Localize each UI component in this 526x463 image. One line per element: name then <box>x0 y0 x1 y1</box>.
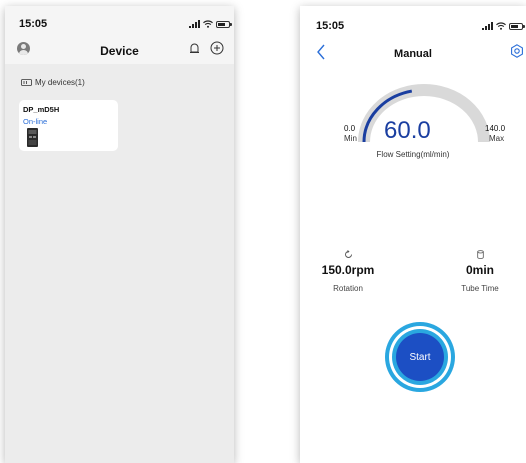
rotation-stat: 150.0rpm Rotation <box>320 250 376 293</box>
page-title: Manual <box>394 48 432 60</box>
device-name: DP_mD5H <box>23 105 60 114</box>
tube-icon <box>476 250 484 259</box>
battery-icon <box>509 22 525 30</box>
tube-time-value: 0min <box>465 263 494 277</box>
gauge-min-value: 0.0 <box>344 124 356 133</box>
my-devices-section: My devices(1) <box>21 78 85 87</box>
device-header: 15:05 Device <box>5 6 234 64</box>
canvas: 15:05 Device My devices(1) DP_mD5H On-li… <box>0 0 526 463</box>
settings-icon[interactable] <box>510 44 524 58</box>
gauge-max-label: Max <box>489 134 505 143</box>
notification-icon[interactable] <box>187 41 201 55</box>
signal-icon <box>189 20 200 28</box>
status-icons <box>189 20 232 28</box>
status-time: 15:05 <box>316 20 345 32</box>
rotation-icon <box>344 250 352 258</box>
wifi-icon <box>496 22 506 30</box>
device-card[interactable]: DP_mD5H On-line <box>19 100 118 151</box>
add-icon[interactable] <box>210 41 224 55</box>
start-button-ring[interactable]: Start <box>385 322 455 392</box>
status-time: 15:05 <box>19 18 48 30</box>
tube-time-label: Tube Time <box>461 284 499 293</box>
my-devices-label: My devices(1) <box>35 78 85 87</box>
wifi-icon <box>203 20 213 28</box>
signal-icon <box>482 22 493 30</box>
battery-icon <box>216 20 232 28</box>
device-screen: 15:05 Device My devices(1) DP_mD5H On-li… <box>5 6 234 463</box>
flow-value[interactable]: 60.0 <box>384 117 431 145</box>
rotation-label: Rotation <box>333 284 363 293</box>
devices-icon <box>21 79 32 86</box>
pump-device-icon <box>27 128 38 147</box>
device-status: On-line <box>23 117 48 126</box>
rotation-value: 150.0rpm <box>321 263 375 277</box>
gauge-min-label: Min <box>344 134 357 143</box>
manual-header: 15:05 Manual <box>300 6 526 70</box>
status-icons <box>482 22 525 30</box>
tube-time-stat: 0min Tube Time <box>450 250 510 293</box>
manual-screen: 15:05 Manual 0.0 Min 60.0 140.0 Max Flow… <box>300 6 526 463</box>
flow-setting-label: Flow Setting(ml/min) <box>376 150 450 159</box>
start-button[interactable]: Start <box>396 333 444 381</box>
gauge-max-value: 140.0 <box>485 124 506 133</box>
